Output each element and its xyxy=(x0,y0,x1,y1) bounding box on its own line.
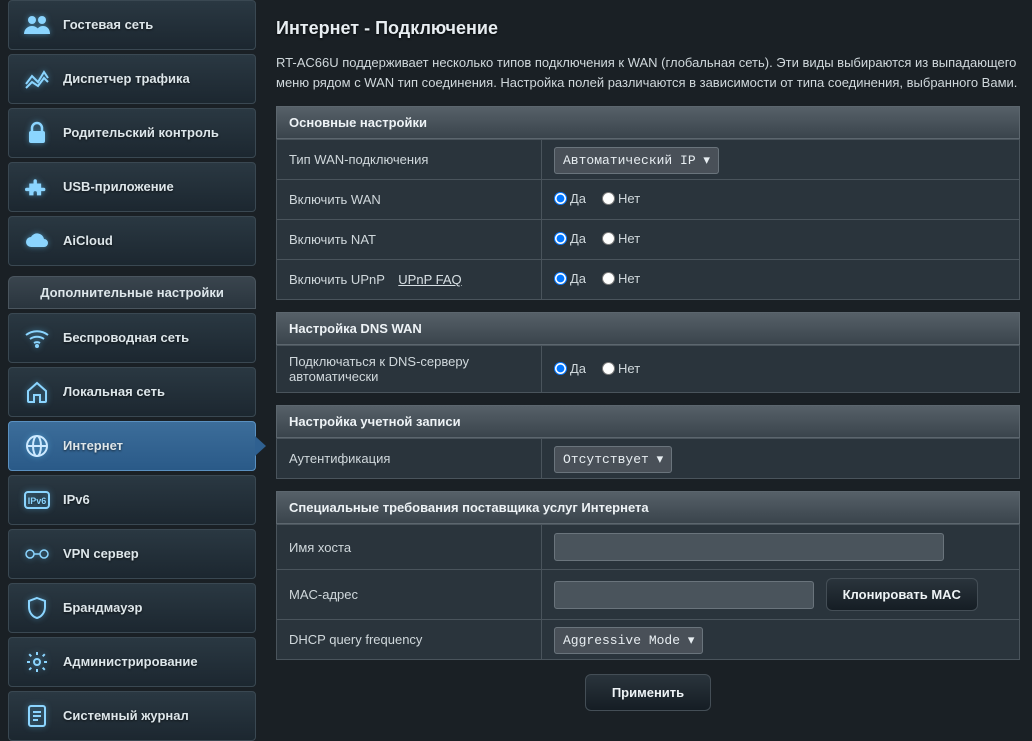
sidebar-item-wireless[interactable]: Беспроводная сеть xyxy=(8,313,256,363)
sidebar-item-parental-controls[interactable]: Родительский контроль xyxy=(8,108,256,158)
wifi-icon xyxy=(23,324,51,352)
enable-upnp-label: Включить UPnP xyxy=(289,272,385,287)
sidebar-item-label: Брандмауэр xyxy=(63,600,142,616)
sidebar-item-guest-network[interactable]: Гостевая сеть xyxy=(8,0,256,50)
sidebar-item-label: AiCloud xyxy=(63,233,113,249)
enable-upnp-no[interactable]: Нет xyxy=(602,271,640,286)
section-header-isp: Специальные требования поставщика услуг … xyxy=(276,491,1020,524)
apply-row: Применить xyxy=(276,660,1020,725)
vpn-icon xyxy=(23,540,51,568)
mac-address-label: MAC-адрес xyxy=(277,570,542,620)
sidebar-item-label: USB-приложение xyxy=(63,179,174,195)
enable-wan-yes[interactable]: Да xyxy=(554,191,586,206)
wan-type-select[interactable]: Автоматический IP ▾ xyxy=(554,147,719,174)
sidebar-item-label: Интернет xyxy=(63,438,123,454)
page-title: Интернет - Подключение xyxy=(276,18,1020,39)
wan-type-label: Тип WAN-подключения xyxy=(277,140,542,180)
sidebar-item-ipv6[interactable]: IPv6 IPv6 xyxy=(8,475,256,525)
mac-address-input[interactable] xyxy=(554,581,814,609)
apply-button[interactable]: Применить xyxy=(585,674,711,711)
sidebar-section-title: Дополнительные настройки xyxy=(8,276,256,309)
shield-icon xyxy=(23,594,51,622)
enable-upnp-label-cell: Включить UPnP UPnP FAQ xyxy=(277,260,542,300)
sidebar-item-label: Гостевая сеть xyxy=(63,17,153,33)
section-header-dns: Настройка DNS WAN xyxy=(276,312,1020,345)
enable-nat-yes[interactable]: Да xyxy=(554,231,586,246)
sidebar-item-internet[interactable]: Интернет xyxy=(8,421,256,471)
host-name-input[interactable] xyxy=(554,533,944,561)
clone-mac-button[interactable]: Клонировать MAC xyxy=(826,578,978,611)
sidebar-item-lan[interactable]: Локальная сеть xyxy=(8,367,256,417)
sidebar: Гостевая сеть Диспетчер трафика Родитель… xyxy=(0,0,264,702)
account-settings-table: Аутентификация Отсутствует ▾ xyxy=(276,438,1020,479)
gear-icon xyxy=(23,648,51,676)
cloud-icon xyxy=(23,227,51,255)
isp-settings-table: Имя хоста MAC-адрес Клонировать MAC DHCP… xyxy=(276,524,1020,660)
section-header-basic: Основные настройки xyxy=(276,106,1020,139)
enable-upnp-radio-group: Да Нет xyxy=(554,271,650,286)
sidebar-item-label: IPv6 xyxy=(63,492,90,508)
auth-label: Аутентификация xyxy=(277,439,542,479)
dhcp-freq-select[interactable]: Aggressive Mode ▾ xyxy=(554,627,703,654)
chart-icon xyxy=(23,65,51,93)
sidebar-item-label: Беспроводная сеть xyxy=(63,330,189,346)
ipv6-icon: IPv6 xyxy=(23,486,51,514)
lock-icon xyxy=(23,119,51,147)
auto-dns-yes[interactable]: Да xyxy=(554,361,586,376)
globe-icon xyxy=(23,432,51,460)
sidebar-item-label: VPN сервер xyxy=(63,546,139,562)
auto-dns-radio-group: Да Нет xyxy=(554,361,650,376)
section-header-account: Настройка учетной записи xyxy=(276,405,1020,438)
enable-nat-radio-group: Да Нет xyxy=(554,231,650,246)
dns-settings-table: Подключаться к DNS-серверу автоматически… xyxy=(276,345,1020,393)
sidebar-item-label: Локальная сеть xyxy=(63,384,165,400)
auto-dns-no[interactable]: Нет xyxy=(602,361,640,376)
sidebar-item-traffic-manager[interactable]: Диспетчер трафика xyxy=(8,54,256,104)
enable-upnp-yes[interactable]: Да xyxy=(554,271,586,286)
svg-text:IPv6: IPv6 xyxy=(28,496,47,506)
auth-select[interactable]: Отсутствует ▾ xyxy=(554,446,672,473)
enable-nat-label: Включить NAT xyxy=(277,220,542,260)
enable-wan-label: Включить WAN xyxy=(277,180,542,220)
enable-wan-no[interactable]: Нет xyxy=(602,191,640,206)
enable-nat-no[interactable]: Нет xyxy=(602,231,640,246)
sidebar-item-firewall[interactable]: Брандмауэр xyxy=(8,583,256,633)
main-content: Интернет - Подключение RT-AC66U поддержи… xyxy=(264,0,1032,702)
sidebar-item-usb-application[interactable]: USB-приложение xyxy=(8,162,256,212)
upnp-faq-link[interactable]: UPnP FAQ xyxy=(398,272,461,287)
sidebar-item-label: Администрирование xyxy=(63,654,198,670)
basic-settings-table: Тип WAN-подключения Автоматический IP ▾ … xyxy=(276,139,1020,300)
users-icon xyxy=(23,11,51,39)
house-icon xyxy=(23,378,51,406)
puzzle-icon xyxy=(23,173,51,201)
sidebar-item-vpn-server[interactable]: VPN сервер xyxy=(8,529,256,579)
sidebar-item-administration[interactable]: Администрирование xyxy=(8,637,256,687)
host-name-label: Имя хоста xyxy=(277,525,542,570)
sidebar-item-label: Родительский контроль xyxy=(63,125,219,141)
log-icon xyxy=(23,702,51,730)
sidebar-item-label: Системный журнал xyxy=(63,708,189,724)
sidebar-item-label: Диспетчер трафика xyxy=(63,71,190,87)
auto-dns-label: Подключаться к DNS-серверу автоматически xyxy=(277,346,542,393)
sidebar-item-aicloud[interactable]: AiCloud xyxy=(8,216,256,266)
sidebar-item-system-log[interactable]: Системный журнал xyxy=(8,691,256,741)
enable-wan-radio-group: Да Нет xyxy=(554,191,650,206)
page-description: RT-AC66U поддерживает несколько типов по… xyxy=(276,53,1020,92)
dhcp-freq-label: DHCP query frequency xyxy=(277,620,542,660)
